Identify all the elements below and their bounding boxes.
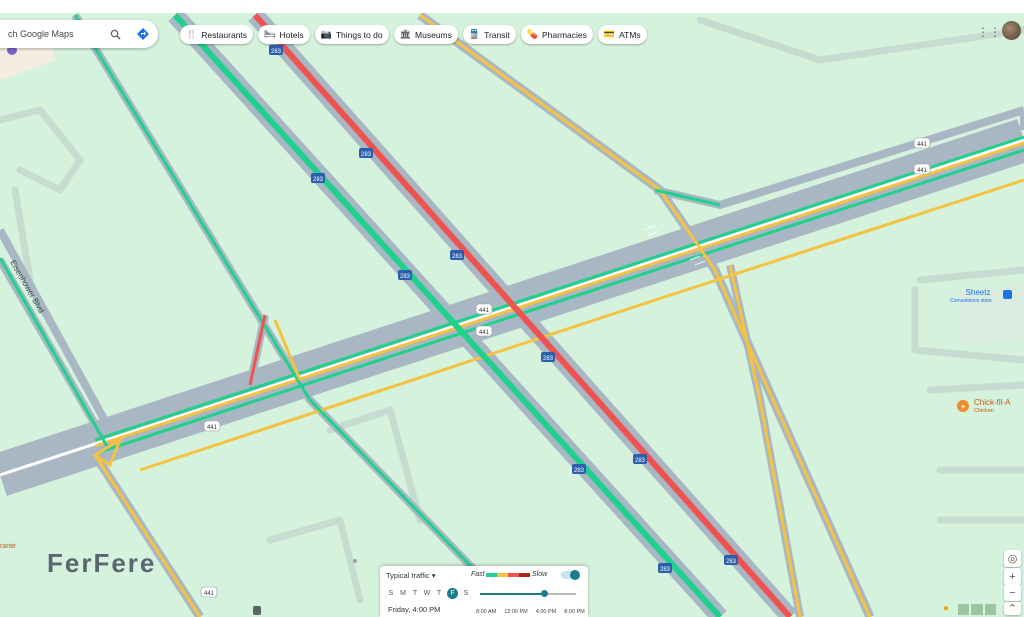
day-selector: S M T W T F S <box>387 588 470 599</box>
day-button[interactable]: T <box>411 590 419 599</box>
us441-label: 441 <box>479 330 490 336</box>
zoom-in-button[interactable]: + <box>1004 568 1021 585</box>
tick-label: 8:00 PM <box>564 609 585 615</box>
us441-label: 441 <box>479 308 490 314</box>
traffic-mode-label: Typical traffic <box>386 571 430 580</box>
watermark: FerFere <box>47 548 157 578</box>
zoom-out-button[interactable]: − <box>1004 584 1021 601</box>
transit-stop-icon <box>253 606 261 615</box>
chip-label: Hotels <box>279 29 304 40</box>
category-chips: 🍴 Restaurants 🛏 Hotels 📷 Things to do 🏛 Muse… <box>180 25 647 44</box>
expand-button[interactable]: ⌃ <box>1004 602 1021 615</box>
chevron-down-icon: ▾ <box>431 571 436 580</box>
my-location-icon: ◎ <box>1007 553 1018 565</box>
search-box[interactable] <box>0 20 158 48</box>
atm-icon: 💳 <box>603 29 616 39</box>
chip-pharmacies[interactable]: 💊 Pharmacies <box>520 25 593 44</box>
hotel-icon: 🛏 <box>264 29 276 39</box>
museum-icon: 🏛 <box>399 29 412 39</box>
chip-museums[interactable]: 🏛 Museums <box>393 25 458 44</box>
chip-hotels[interactable]: 🛏 Hotels <box>258 25 310 44</box>
i283-label: 283 <box>271 49 282 55</box>
top-strip <box>0 0 1024 13</box>
traffic-scale <box>486 573 530 577</box>
i283-red-traffic <box>252 13 793 617</box>
chip-label: Transit <box>484 29 510 40</box>
cut-place-label: rante <box>0 543 16 550</box>
directions-icon[interactable] <box>136 27 150 41</box>
layers-thumbnails[interactable] <box>958 604 996 615</box>
tick-label: 8:00 AM <box>476 609 497 615</box>
chick-subtitle: Chicken <box>974 408 994 414</box>
chip-atms[interactable]: 💳 ATMs <box>597 25 647 44</box>
day-button[interactable]: W <box>423 590 431 599</box>
search-icon[interactable] <box>108 27 122 41</box>
i283-label: 283 <box>660 567 671 573</box>
chip-restaurants[interactable]: 🍴 Restaurants <box>180 25 254 44</box>
i283-label: 283 <box>313 177 324 183</box>
traffic-panel: Typical traffic ▾ Fast Slow S M T W T F … <box>380 566 588 617</box>
chip-transit[interactable]: 🚆 Transit <box>462 25 516 44</box>
svg-text:✦: ✦ <box>960 403 966 411</box>
chip-label: Pharmacies <box>541 29 587 40</box>
slider-knob[interactable] <box>541 590 548 597</box>
traffic-mode-dropdown[interactable]: Typical traffic ▾ <box>386 571 436 580</box>
i283-label: 283 <box>726 559 737 565</box>
pharmacy-icon: 💊 <box>526 29 538 39</box>
day-button[interactable]: T <box>435 590 443 599</box>
chick-name: Chick-fil-A <box>974 398 1011 407</box>
fast-label: Fast <box>471 571 485 578</box>
map-marker-icon <box>353 559 357 563</box>
time-ticks: 8:00 AM 12:00 PM 4:00 PM 8:00 PM <box>476 609 585 615</box>
chip-things-to-do[interactable]: 📷 Things to do <box>314 25 389 44</box>
day-button[interactable]: S <box>462 590 470 599</box>
sheetz-name: Sheetz <box>966 288 991 297</box>
pegman-icon[interactable]: ● <box>943 603 949 614</box>
my-location-button[interactable]: ◎ <box>1004 550 1021 567</box>
i283-label: 283 <box>452 254 463 260</box>
tick-label: 4:00 PM <box>535 609 557 615</box>
day-button-selected[interactable]: F <box>447 588 458 599</box>
convenience-store-icon <box>1003 290 1012 299</box>
day-button[interactable]: M <box>399 590 407 599</box>
chip-label: ATMs <box>619 29 641 40</box>
selected-time: Friday, 4:00 PM <box>388 605 441 614</box>
us441-label: 441 <box>204 591 215 597</box>
i283-label: 283 <box>400 274 411 280</box>
apps-grid-icon[interactable]: ⋮⋮ <box>977 25 1001 39</box>
i283-label: 283 <box>361 152 372 158</box>
chip-label: Restaurants <box>201 29 248 40</box>
transit-icon: 🚆 <box>468 29 481 39</box>
time-slider[interactable] <box>480 590 576 597</box>
us441-label: 441 <box>207 425 218 431</box>
map-canvas[interactable]: 283 283 283 283 283 283 283 283 283 283 … <box>0 0 1024 617</box>
restaurant-icon: 🍴 <box>186 29 198 39</box>
us441-label: 441 <box>917 168 928 174</box>
slow-label: Slow <box>532 571 548 578</box>
camera-icon: 📷 <box>320 29 332 39</box>
i283-label: 283 <box>635 458 646 464</box>
place-chick-fil-a[interactable]: ✦ Chick-fil-A Chicken <box>957 398 1011 414</box>
chip-label: Things to do <box>335 29 383 40</box>
i283-label: 283 <box>543 356 554 362</box>
sheetz-subtitle: Convenience store <box>950 298 992 304</box>
avatar[interactable] <box>1002 21 1021 40</box>
search-input[interactable] <box>6 28 120 40</box>
us441-label: 441 <box>917 142 928 148</box>
chip-label: Museums <box>415 29 452 40</box>
i283-label: 283 <box>574 468 585 474</box>
live-traffic-toggle[interactable] <box>561 570 580 580</box>
tick-label: 12:00 PM <box>504 609 528 615</box>
day-button[interactable]: S <box>387 590 395 599</box>
